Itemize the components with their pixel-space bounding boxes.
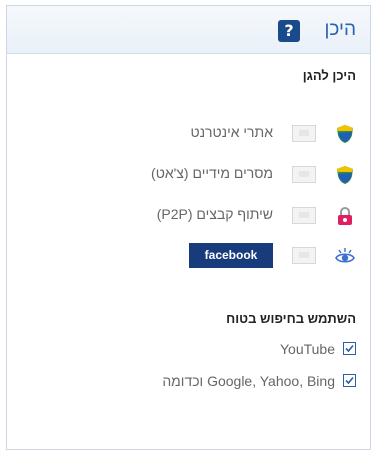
- protect-label: שיתוף קבצים (P2P): [156, 206, 273, 222]
- lock-icon: [338, 206, 352, 225]
- panel-header: היכן ?: [7, 6, 370, 54]
- checkbox-checked-icon[interactable]: [343, 342, 356, 356]
- shield-icon: [337, 125, 353, 143]
- p2p-toggle[interactable]: [292, 207, 316, 224]
- protect-row-facebook: facebook: [16, 242, 356, 268]
- safe-search-label: Google, Yahoo, Bing וכדומה: [162, 372, 335, 389]
- safe-search-label: YouTube: [279, 340, 335, 357]
- help-button[interactable]: ?: [278, 20, 300, 42]
- checkbox-checked-icon[interactable]: [343, 374, 356, 388]
- protect-row-chat: מסרים מידיים (צ'אט): [16, 161, 356, 187]
- facebook-toggle[interactable]: [292, 247, 316, 264]
- protect-label: אתרי אינטרנט: [190, 124, 273, 140]
- protect-row-p2p: שיתוף קבצים (P2P): [16, 202, 356, 228]
- chat-toggle[interactable]: [292, 166, 316, 183]
- facebook-button[interactable]: facebook: [189, 243, 273, 268]
- websites-toggle[interactable]: [292, 125, 316, 142]
- panel-title: היכן: [324, 19, 356, 40]
- shield-icon: [337, 166, 353, 184]
- safe-search-item-engines[interactable]: Google, Yahoo, Bing וכדומה: [162, 372, 356, 394]
- where-panel: היכן ? היכן להגן אתרי אינטרנט מסרים מידי…: [6, 5, 371, 450]
- where-to-protect-title: היכן להגן: [302, 68, 356, 83]
- safe-search-item-youtube[interactable]: YouTube: [280, 340, 356, 362]
- protect-row-websites: אתרי אינטרנט: [16, 120, 356, 146]
- eye-icon: [335, 248, 355, 263]
- protect-label: מסרים מידיים (צ'אט): [151, 165, 273, 181]
- safe-search-title: השתמש בחיפוש בטוח: [226, 311, 356, 326]
